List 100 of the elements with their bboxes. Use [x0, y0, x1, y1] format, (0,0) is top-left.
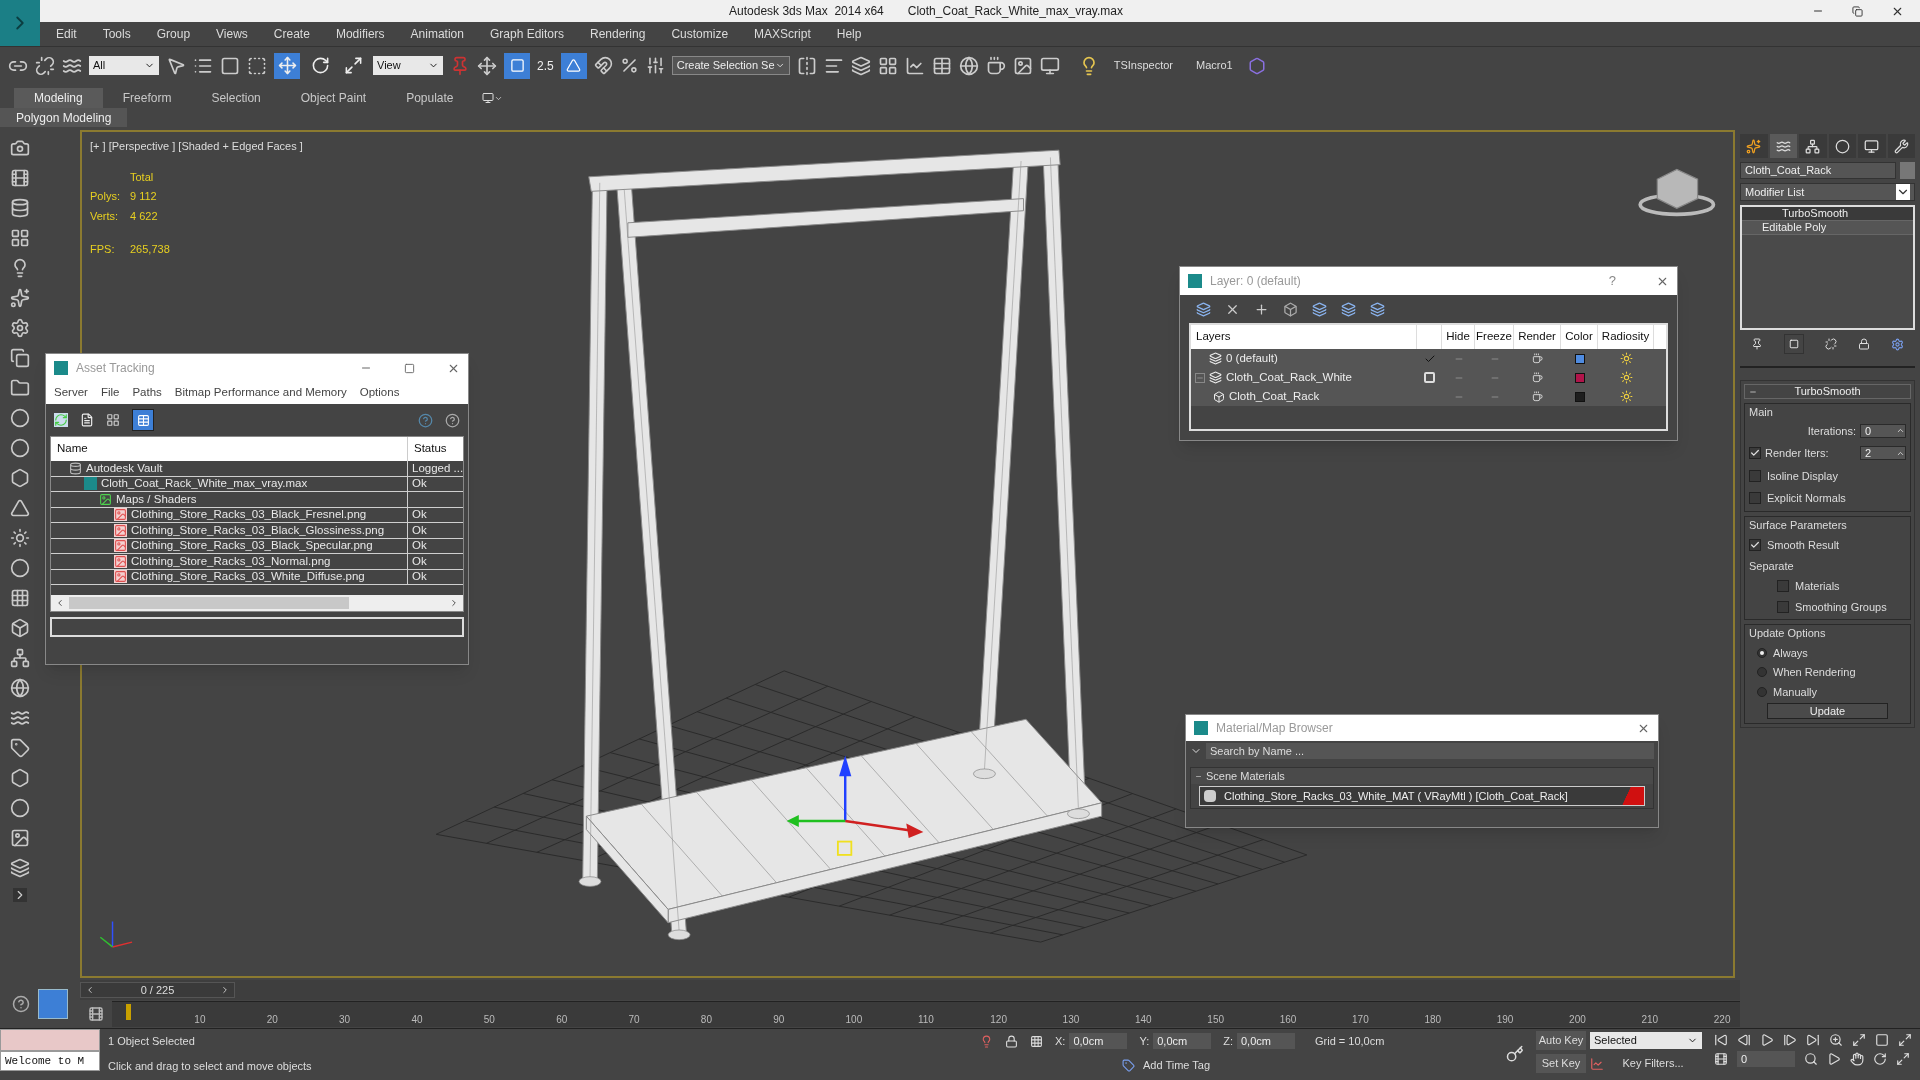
absolute-mode-icon[interactable] [1030, 1034, 1043, 1048]
horizontal-scrollbar[interactable] [51, 595, 463, 611]
tool-icon[interactable] [10, 318, 30, 338]
tool-icon[interactable] [10, 348, 30, 368]
expand-icon[interactable] [13, 888, 27, 902]
show-end-result-button[interactable] [1783, 334, 1804, 354]
collapse-toggle[interactable] [1195, 372, 1205, 383]
macro-button[interactable]: TSInspector [1105, 57, 1181, 74]
ribbon-tab[interactable]: Modeling [14, 88, 103, 108]
tool-icon[interactable] [10, 738, 30, 758]
tool-icon[interactable] [10, 528, 30, 548]
toolbar-tool-icon[interactable] [1012, 55, 1033, 76]
ribbon-options-icon[interactable] [481, 92, 494, 104]
toolbar-tool-icon[interactable] [877, 55, 898, 76]
snap-tool-icon[interactable] [593, 56, 613, 75]
command-panel-tab[interactable] [1740, 134, 1768, 158]
timeline-ruler[interactable]: 10 20 30 40 50 60 70 80 90 100 110 120 130 140 150 160 170 180 190 200 210 220 [112, 1001, 1740, 1027]
group-header[interactable]: Scene Materials [1191, 768, 1653, 784]
render-iters-checkbox[interactable] [1749, 447, 1761, 460]
thumbnail-view-icon[interactable] [106, 413, 120, 427]
menu-item[interactable]: Tools [102, 25, 131, 43]
transform-tool-button[interactable] [274, 52, 300, 79]
menu-item[interactable]: Options [359, 384, 400, 402]
command-panel-tab[interactable] [1769, 134, 1797, 158]
toolbar-tool-icon[interactable] [796, 55, 817, 76]
add-to-layer-icon[interactable] [1254, 301, 1269, 317]
playback-icon[interactable] [1737, 1033, 1751, 1047]
radiosity-sun-icon[interactable] [1619, 352, 1633, 365]
toolbar-tool-icon[interactable] [35, 55, 55, 76]
viewport-label[interactable]: [+ ] [Perspective ] [Shaded + Edged Faces ] [90, 138, 303, 155]
key-mode-dropdown[interactable]: Selected [1590, 1032, 1702, 1049]
ribbon-tab[interactable]: Object Paint [280, 88, 387, 108]
option-checkbox[interactable] [1777, 600, 1789, 613]
menu-item[interactable]: Edit [56, 25, 77, 43]
tool-icon[interactable] [10, 498, 30, 518]
ribbon-panel-label[interactable]: Polygon Modeling [0, 108, 128, 127]
tool-icon[interactable] [10, 288, 30, 308]
object-color-swatch[interactable] [1900, 162, 1915, 179]
macro-button[interactable]: Macro1 [1188, 57, 1241, 74]
auto-key-button[interactable]: Auto Key [1536, 1031, 1586, 1050]
tool-icon[interactable] [10, 588, 30, 608]
scroll-right-icon[interactable] [449, 598, 459, 608]
playback-icon[interactable] [1806, 1033, 1820, 1047]
ribbon-tab[interactable]: Selection [191, 88, 281, 108]
time-tag-icon[interactable] [1122, 1058, 1135, 1072]
option-checkbox[interactable] [1777, 580, 1789, 593]
coordinate-field[interactable]: 0,0cm [1153, 1033, 1212, 1049]
layer-name[interactable]: 0 (default) [1226, 349, 1278, 368]
viewport-nav-icon[interactable] [1875, 1033, 1889, 1047]
track-view-icon[interactable] [88, 1006, 104, 1022]
maxscript-output-field[interactable]: Welcome to M [0, 1051, 100, 1071]
menu-item[interactable]: Customize [671, 25, 729, 43]
restore-icon[interactable] [1852, 5, 1863, 17]
menu-item[interactable]: Views [216, 25, 248, 43]
toolbar-tool-icon[interactable] [958, 55, 979, 76]
new-layer-icon[interactable] [1196, 301, 1211, 317]
ribbon-tab[interactable]: Freeform [102, 88, 192, 108]
tool-icon[interactable] [10, 648, 30, 668]
tool-icon[interactable] [10, 198, 30, 218]
viewport-nav-icon[interactable] [1896, 1052, 1910, 1066]
iterations-spinner[interactable]: 0 [1860, 423, 1906, 438]
rollout-header[interactable]: TurboSmooth [1744, 384, 1911, 399]
viewport-nav-icon[interactable] [1852, 1033, 1866, 1047]
update-button[interactable]: Update [1767, 703, 1888, 719]
help-button[interactable]: ? [1608, 271, 1616, 291]
render-teapot-icon[interactable] [1532, 353, 1543, 364]
highlight-layer-icon[interactable] [1341, 301, 1356, 317]
toolbar-tool-icon[interactable] [1039, 55, 1060, 76]
tool-icon[interactable] [10, 558, 30, 578]
current-frame-field[interactable]: 0 [1737, 1051, 1795, 1067]
scrollbar-thumb[interactable] [69, 597, 349, 609]
angle-snap-button[interactable] [560, 52, 587, 79]
next-frame-icon[interactable] [220, 985, 230, 995]
render-iters-spinner[interactable]: 2 [1860, 446, 1906, 461]
tool-icon[interactable] [10, 378, 30, 398]
option-checkbox[interactable] [1749, 539, 1761, 552]
previous-frame-icon[interactable] [85, 985, 95, 995]
radiosity-sun-icon[interactable] [1619, 371, 1633, 384]
tool-icon[interactable] [10, 828, 30, 848]
menu-item[interactable]: Create [273, 25, 310, 43]
path-input-field[interactable] [50, 617, 464, 637]
render-teapot-icon[interactable] [1532, 391, 1543, 402]
help-icon[interactable] [12, 995, 30, 1013]
hide-freeze-layers-icon[interactable] [1370, 301, 1385, 317]
time-slider-thumb[interactable]: 0 / 225 [80, 982, 235, 998]
viewport-nav-icon[interactable] [1804, 1052, 1818, 1066]
toolbar-tool-icon[interactable] [904, 55, 925, 76]
view-cube-icon[interactable] [1638, 168, 1716, 217]
move-gizmo-icon[interactable] [786, 755, 924, 838]
menu-item[interactable]: Graph Editors [489, 25, 564, 43]
menu-item[interactable]: File [100, 384, 120, 402]
viewport-nav-icon[interactable] [1829, 1033, 1843, 1047]
scroll-left-icon[interactable] [55, 598, 65, 608]
macro-icon[interactable] [1247, 56, 1266, 75]
layer-color-swatch[interactable] [1574, 372, 1585, 383]
menu-item[interactable]: Modifiers [335, 25, 385, 43]
menu-item[interactable]: Help [836, 25, 862, 43]
key-filters-button[interactable]: Key Filters... [1608, 1055, 1698, 1072]
tool-icon[interactable] [10, 678, 30, 698]
command-panel-tab[interactable] [1858, 134, 1886, 158]
